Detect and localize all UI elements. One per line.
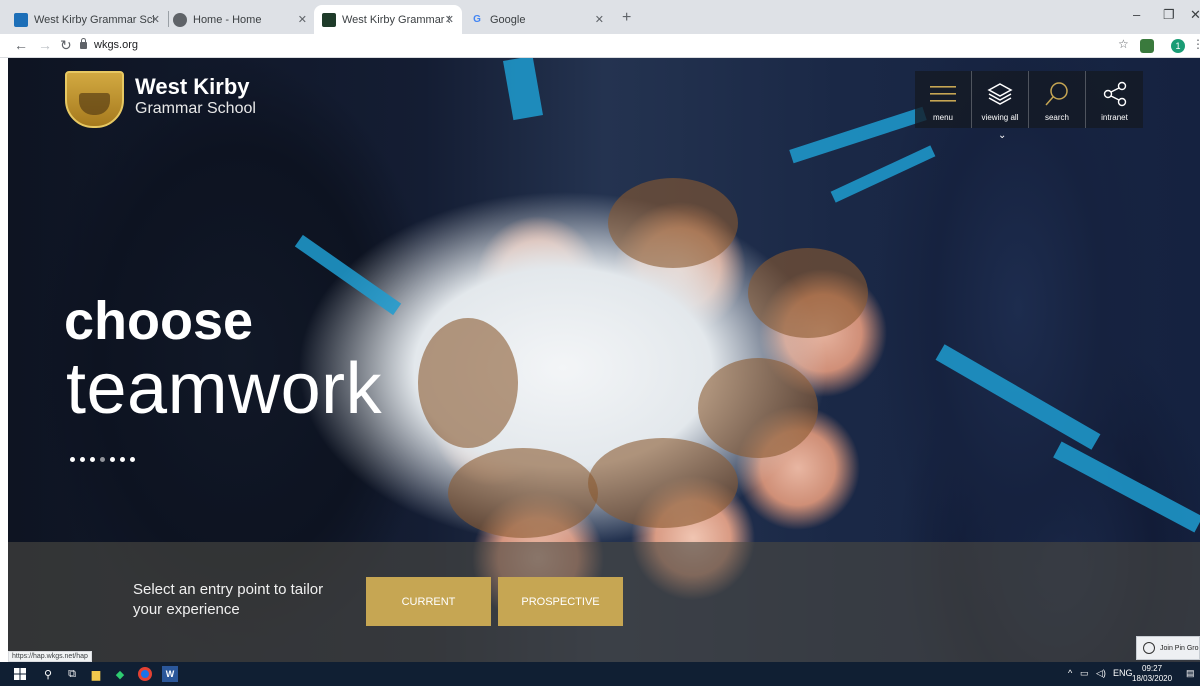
hero-banner: West Kirby Grammar School menu viewing a… xyxy=(8,58,1200,662)
slide-dot[interactable] xyxy=(70,457,75,462)
reload-icon[interactable]: ↻ xyxy=(60,37,72,54)
chat-popup[interactable]: Join Pin Gro xyxy=(1136,636,1200,660)
tab-google[interactable]: G Google ✕ xyxy=(462,5,612,34)
slide-indicator xyxy=(70,457,135,462)
tab-home[interactable]: Home - Home ✕ xyxy=(165,5,315,34)
word-icon[interactable]: W xyxy=(162,666,178,682)
close-tab-icon[interactable]: ✕ xyxy=(445,13,454,26)
close-tab-icon[interactable]: ✕ xyxy=(151,13,160,26)
hair-shape xyxy=(588,438,738,528)
chrome-icon[interactable] xyxy=(138,667,152,681)
task-view-icon[interactable]: ⧉ xyxy=(64,666,80,682)
input-language[interactable]: ENG xyxy=(1113,668,1133,678)
bookmark-star-icon[interactable]: ☆ xyxy=(1118,37,1129,51)
clock-date: 18/03/2020 xyxy=(1132,674,1173,683)
notifications-icon[interactable]: ▤ xyxy=(1186,668,1195,679)
hair-shape xyxy=(698,358,818,458)
clock-time: 09:27 xyxy=(1142,664,1163,673)
headline-word: teamwork xyxy=(66,349,383,429)
school-favicon-icon xyxy=(14,12,28,27)
hair-shape xyxy=(448,448,598,538)
tab-title: West Kirby Grammar School - Ho xyxy=(34,13,154,26)
slide-dot[interactable] xyxy=(110,457,115,462)
layers-icon xyxy=(987,80,1013,108)
browser-tab-bar: West Kirby Grammar School - Ho ✕ Home - … xyxy=(0,0,1200,34)
nav-label: menu xyxy=(932,113,953,122)
nav-intranet[interactable]: intranet xyxy=(1086,71,1143,128)
logo-name[interactable]: West Kirby xyxy=(135,74,250,100)
user-icon xyxy=(1143,642,1155,654)
nav-menu[interactable]: menu xyxy=(915,71,972,128)
tray-arrow-icon[interactable]: ^ xyxy=(1068,668,1072,678)
hamburger-icon xyxy=(930,80,956,108)
minimize-icon[interactable]: – xyxy=(1133,7,1140,22)
chat-popup-label: Join Pin Gro xyxy=(1160,644,1199,652)
back-icon[interactable]: ← xyxy=(14,37,28,53)
chevron-down-icon[interactable]: ⌄ xyxy=(998,130,1006,141)
address-bar: ← → ↻ wkgs.org ☆ 1 ⋮ xyxy=(0,34,1200,58)
headline-choose: choose xyxy=(64,291,254,351)
close-tab-icon[interactable]: ✕ xyxy=(298,13,307,26)
nav-viewing-all[interactable]: viewing all xyxy=(972,71,1029,128)
windows-start-icon[interactable] xyxy=(12,666,28,682)
system-clock[interactable]: 09:27 18/03/2020 xyxy=(1132,664,1172,684)
file-explorer-icon[interactable]: ▆ xyxy=(88,666,104,682)
tab-west-kirby-1[interactable]: West Kirby Grammar School - Ho ✕ xyxy=(6,5,168,34)
close-window-icon[interactable]: ✕ xyxy=(1190,7,1200,23)
status-bar-url: https://hap.wkgs.net/hap xyxy=(8,651,92,662)
slide-dot[interactable] xyxy=(100,457,105,462)
tab-title: Home - Home xyxy=(193,13,262,26)
slide-dot[interactable] xyxy=(90,457,95,462)
prospective-button[interactable]: PROSPECTIVE xyxy=(498,577,623,626)
logo-subname[interactable]: Grammar School xyxy=(135,100,256,118)
slide-dot[interactable] xyxy=(80,457,85,462)
network-icon[interactable]: ▭ xyxy=(1080,668,1089,679)
url-text: wkgs.org xyxy=(94,39,139,51)
maximize-icon[interactable]: ❐ xyxy=(1163,7,1175,23)
uniform-stripe xyxy=(294,234,402,316)
search-icon[interactable]: ⚲ xyxy=(40,666,56,682)
app-icon[interactable]: ◆ xyxy=(112,666,128,682)
tab-west-kirby-active[interactable]: West Kirby Grammar School | We ✕ xyxy=(314,5,462,34)
uniform-stripe xyxy=(503,58,543,121)
new-tab-icon[interactable]: + xyxy=(622,9,631,27)
hair-shape xyxy=(608,178,738,268)
slide-dot[interactable] xyxy=(120,457,125,462)
volume-icon[interactable]: ◁) xyxy=(1096,668,1106,679)
entry-prompt: Select an entry point to tailor your exp… xyxy=(133,581,324,618)
profile-avatar[interactable]: 1 xyxy=(1171,39,1185,53)
lock-icon xyxy=(80,37,87,49)
tab-title: West Kirby Grammar School | We xyxy=(342,13,450,26)
slide-dot[interactable] xyxy=(130,457,135,462)
hair-shape xyxy=(418,318,518,448)
search-icon xyxy=(1044,80,1070,108)
nav-label: search xyxy=(1044,113,1069,122)
uniform-stripe xyxy=(830,145,936,203)
nav-search[interactable]: search xyxy=(1029,71,1086,128)
uniform-stripe xyxy=(935,344,1101,450)
nav-label: viewing all xyxy=(981,113,1019,122)
nav-label: intranet xyxy=(1101,113,1128,122)
school-crest-logo[interactable] xyxy=(65,71,124,128)
windows-taskbar: ⚲ ⧉ ▆ ◆ W ^ ▭ ◁) ENG 09:27 18/03/2020 ▤ xyxy=(0,662,1200,686)
globe-favicon-icon xyxy=(173,12,187,27)
hair-shape xyxy=(748,248,868,338)
school-favicon-icon xyxy=(322,12,336,27)
current-button[interactable]: CURRENT xyxy=(366,577,491,626)
url-field[interactable]: wkgs.org xyxy=(80,37,139,51)
forward-icon[interactable]: → xyxy=(38,37,52,53)
google-favicon-icon: G xyxy=(473,14,481,25)
more-menu-icon[interactable]: ⋮ xyxy=(1192,37,1200,51)
site-nav: menu viewing all search intranet xyxy=(915,71,1143,128)
share-icon xyxy=(1102,80,1128,108)
extension-icon[interactable] xyxy=(1140,39,1154,53)
tab-title: Google xyxy=(490,13,526,26)
close-tab-icon[interactable]: ✕ xyxy=(595,13,604,26)
uniform-stripe xyxy=(789,106,927,164)
uniform-stripe xyxy=(1053,441,1200,533)
